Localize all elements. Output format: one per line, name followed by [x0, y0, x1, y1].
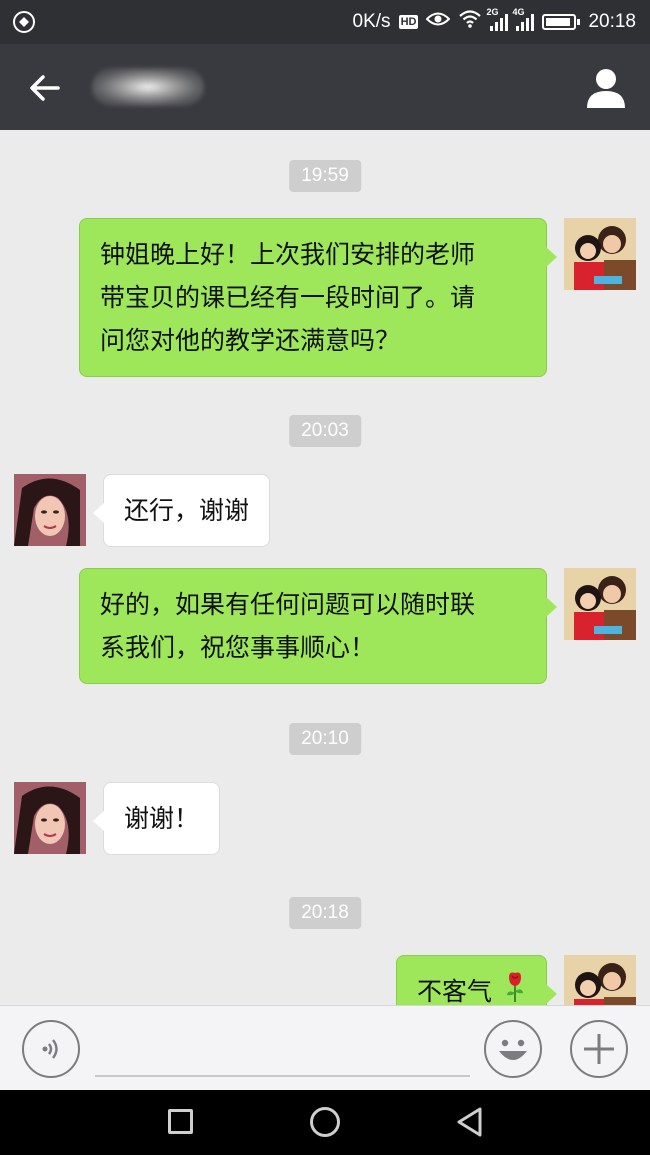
signal-2g-label: 2G — [486, 7, 499, 17]
my-avatar[interactable] — [564, 568, 636, 640]
message-line: 谢谢！ — [124, 804, 200, 833]
signal-4g-label: 4G — [512, 7, 525, 17]
timestamp: 20:03 — [289, 415, 361, 447]
message-line: 带宝贝的课已经有一段时间了。请 — [100, 283, 476, 312]
message-line: 还行，谢谢 — [124, 496, 250, 525]
home-icon[interactable] — [310, 1107, 340, 1137]
eye-comfort-icon — [426, 11, 451, 33]
timestamp: 20:18 — [289, 897, 361, 929]
chat-title-bar — [0, 44, 650, 130]
signal-4g-icon: 4G — [512, 7, 535, 31]
emoji-icon[interactable] — [484, 1020, 542, 1078]
contact-avatar[interactable] — [14, 782, 86, 854]
app-notification-icon — [12, 10, 36, 34]
message-line: 系我们，祝您事事顺心！ — [100, 633, 376, 662]
sent-message[interactable]: 好的，如果有任何问题可以随时联 系我们，祝您事事顺心！ — [79, 568, 557, 684]
voice-input-icon[interactable] — [22, 1020, 80, 1078]
rose-emoji-icon — [504, 971, 526, 1006]
status-indicators: 0K/s HD 2G 4G 20:18 — [353, 6, 636, 38]
wifi-icon — [458, 10, 482, 34]
status-bar: 0K/s HD 2G 4G 20:18 — [0, 0, 650, 44]
message-text-field[interactable] — [95, 1075, 470, 1077]
timestamp: 19:59 — [289, 160, 361, 192]
my-avatar[interactable] — [564, 955, 636, 1005]
contact-profile-icon[interactable] — [584, 66, 628, 110]
recent-apps-icon[interactable] — [168, 1109, 193, 1134]
more-options-plus-icon[interactable] — [570, 1020, 628, 1078]
battery-icon — [542, 14, 581, 30]
message-line: 不客气 — [417, 977, 493, 1005]
hd-badge: HD — [398, 15, 419, 29]
back-arrow-icon[interactable] — [24, 68, 64, 108]
received-message[interactable]: 还行，谢谢 — [92, 474, 271, 547]
contact-avatar[interactable] — [14, 474, 86, 546]
signal-2g-icon: 2G — [486, 7, 509, 31]
message-line: 钟姐晚上好！上次我们安排的老师 — [100, 240, 476, 269]
message-line: 好的，如果有任何问题可以随时联 — [100, 590, 476, 619]
network-speed: 0K/s — [352, 11, 391, 32]
timestamp: 20:10 — [289, 723, 361, 755]
contact-name-redacted — [92, 68, 204, 106]
message-list[interactable]: 19:59 钟姐晚上好！上次我们安排的老师 带宝贝的课已经有一段时间了。请 问您… — [0, 130, 650, 1005]
sent-message[interactable]: 钟姐晚上好！上次我们安排的老师 带宝贝的课已经有一段时间了。请 问您对他的教学还… — [79, 218, 557, 377]
received-message[interactable]: 谢谢！ — [92, 782, 221, 855]
nav-back-icon[interactable] — [455, 1106, 485, 1138]
sent-message[interactable]: 不客气 — [396, 955, 557, 1006]
my-avatar[interactable] — [564, 218, 636, 290]
message-input-bar — [0, 1005, 650, 1090]
clock: 20:18 — [588, 11, 636, 32]
system-nav-bar — [0, 1090, 650, 1155]
message-line: 问您对他的教学还满意吗？ — [100, 326, 401, 355]
